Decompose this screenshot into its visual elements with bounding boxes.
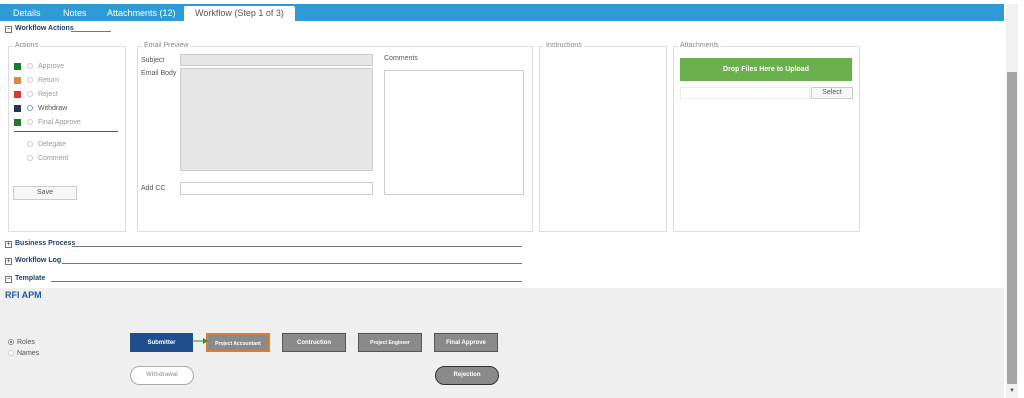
- comments-field[interactable]: [384, 70, 524, 195]
- comments-label: Comments: [384, 55, 418, 62]
- add-cc-field[interactable]: [180, 182, 373, 195]
- actions-panel: Actions: [8, 42, 126, 232]
- instructions-legend: Instructions: [544, 42, 584, 49]
- final-approve-label: Final Approve: [38, 119, 81, 126]
- subject-label: Subject: [141, 57, 165, 64]
- section-title: Template: [15, 275, 46, 282]
- workflow-node-final-approve[interactable]: Final Approve: [434, 333, 498, 352]
- expand-icon[interactable]: +: [5, 241, 12, 248]
- return-color-swatch: [14, 77, 21, 84]
- approve-radio[interactable]: [27, 63, 33, 69]
- section-title: Business Process: [15, 240, 76, 247]
- roles-label: Roles: [17, 339, 35, 346]
- instructions-panel: Instructions: [539, 42, 667, 232]
- section-divider: [51, 281, 522, 282]
- return-radio[interactable]: [27, 77, 33, 83]
- withdraw-radio[interactable]: [27, 105, 33, 111]
- actions-legend: Actions: [13, 42, 40, 49]
- template-title: RFI APM: [5, 290, 42, 300]
- workflow-node-project-accountant[interactable]: Project Accountant: [206, 333, 270, 352]
- section-title: Workflow Actions: [15, 25, 74, 32]
- final-approve-radio[interactable]: [27, 119, 33, 125]
- add-cc-label: Add CC: [141, 185, 166, 192]
- scroll-down-arrow-icon[interactable]: ▼: [1006, 386, 1018, 396]
- section-divider: [71, 31, 111, 32]
- comment-radio[interactable]: [27, 155, 33, 161]
- tab-attachments[interactable]: Attachments (12): [107, 6, 176, 21]
- workflow-connector-arrow: [192, 338, 208, 344]
- section-divider: [72, 246, 522, 247]
- tab-notes[interactable]: Notes: [63, 6, 87, 21]
- file-name-field: [680, 87, 810, 99]
- section-divider: [62, 263, 522, 264]
- reject-color-swatch: [14, 91, 21, 98]
- withdraw-label: Withdraw: [38, 105, 68, 112]
- scrollbar-thumb[interactable]: [1007, 72, 1017, 384]
- approve-color-swatch: [14, 63, 21, 70]
- withdraw-color-swatch: [14, 105, 21, 112]
- names-radio[interactable]: [8, 350, 14, 356]
- reject-label: Reject: [38, 91, 58, 98]
- email-preview-legend: Email Preview: [142, 42, 191, 49]
- return-label: Return: [38, 77, 60, 84]
- delegate-label: Delegate: [38, 141, 67, 148]
- final-approve-color-swatch: [14, 119, 21, 126]
- tab-details[interactable]: Details: [13, 6, 41, 21]
- withdrawal-node[interactable]: Withdrawal: [130, 366, 194, 385]
- collapse-icon[interactable]: −: [5, 276, 12, 283]
- workflow-node-contruction[interactable]: Contruction: [282, 333, 346, 352]
- approve-label: Approve: [38, 63, 65, 70]
- workflow-node-project-engineer[interactable]: Project Engineer: [358, 333, 422, 352]
- section-title: Workflow Log: [15, 257, 62, 264]
- comment-label: Comment: [38, 155, 69, 162]
- email-body-label: Email Body: [141, 70, 177, 77]
- reject-radio[interactable]: [27, 91, 33, 97]
- select-file-button[interactable]: Select: [811, 87, 853, 99]
- email-body-field[interactable]: [180, 68, 373, 171]
- rejection-node[interactable]: Rejection: [435, 366, 499, 385]
- save-button[interactable]: Save: [13, 186, 77, 200]
- expand-icon[interactable]: +: [5, 258, 12, 265]
- tab-workflow[interactable]: Workflow (Step 1 of 3): [184, 6, 295, 21]
- workflow-node-submitter[interactable]: Submitter: [130, 333, 193, 352]
- subject-field[interactable]: [180, 54, 373, 66]
- actions-divider: [14, 131, 118, 132]
- roles-radio[interactable]: [8, 339, 14, 345]
- attachments-legend: Attachments: [678, 42, 721, 49]
- drop-files-zone[interactable]: Drop Files Here to Upload: [680, 58, 852, 81]
- collapse-icon[interactable]: −: [5, 26, 12, 33]
- tab-bar: Details Notes Attachments (12) Workflow …: [0, 4, 1004, 21]
- delegate-radio[interactable]: [27, 141, 33, 147]
- names-label: Names: [17, 350, 40, 357]
